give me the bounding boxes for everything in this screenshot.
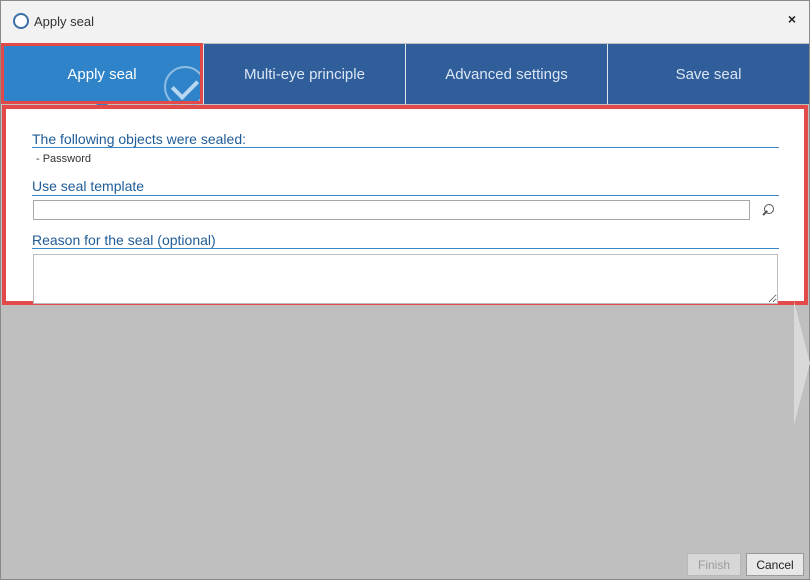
seal-template-input[interactable] bbox=[33, 200, 750, 220]
tab-multi-eye-principle[interactable]: Multi-eye principle bbox=[203, 44, 405, 104]
tab-label: Multi-eye principle bbox=[244, 65, 365, 83]
window-title: Apply seal bbox=[34, 14, 94, 29]
tab-label: Save seal bbox=[675, 65, 742, 83]
tab-advanced-settings[interactable]: Advanced settings bbox=[405, 44, 607, 104]
seal-icon bbox=[13, 13, 29, 29]
reason-section-title: Reason for the seal (optional) bbox=[32, 232, 216, 248]
sealed-object-item: - Password bbox=[36, 153, 92, 165]
tab-label: Advanced settings bbox=[445, 65, 568, 83]
check-icon bbox=[164, 66, 206, 108]
cancel-button[interactable]: Cancel bbox=[746, 553, 804, 576]
search-icon[interactable] bbox=[758, 201, 776, 219]
section-divider bbox=[32, 248, 779, 249]
objects-section-title: The following objects were sealed: bbox=[32, 131, 247, 147]
tab-save-seal[interactable]: Save seal bbox=[607, 44, 809, 104]
close-icon[interactable]: × bbox=[783, 10, 801, 28]
apply-seal-dialog: Apply seal × Apply seal Multi-eye princi… bbox=[0, 0, 810, 580]
template-section-title: Use seal template bbox=[32, 178, 145, 194]
section-divider bbox=[32, 147, 779, 148]
tab-apply-seal[interactable]: Apply seal bbox=[1, 44, 206, 108]
title-bar: Apply seal × bbox=[1, 1, 809, 43]
finish-button[interactable]: Finish bbox=[687, 553, 741, 576]
next-arrow-icon[interactable] bbox=[794, 301, 810, 425]
section-divider bbox=[32, 195, 779, 196]
reason-textarea[interactable] bbox=[33, 254, 778, 304]
tab-label: Apply seal bbox=[67, 65, 137, 83]
wizard-tabs: Apply seal Multi-eye principle Advanced … bbox=[1, 44, 809, 108]
